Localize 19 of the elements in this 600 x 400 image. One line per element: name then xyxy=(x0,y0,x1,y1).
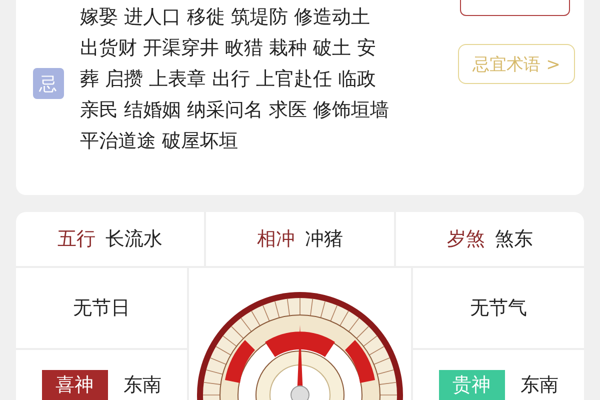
direction-text: 东南 xyxy=(520,373,558,398)
god-badge: 喜神 xyxy=(42,370,108,400)
avoid-text: 平治道途 破屋坏垣 xyxy=(80,129,240,154)
info-label: 五行 xyxy=(58,227,96,252)
avoid-text: 嫁娶 进人口 移徙 筑堤防 修造动土 xyxy=(80,5,372,30)
info-label: 相冲 xyxy=(257,227,295,252)
god-badge: 贵神 xyxy=(438,370,504,400)
avoid-badge: 忌 xyxy=(32,68,64,99)
avoid-text: 葬 启攒 上表章 出行 上官赴任 临政 xyxy=(80,67,378,92)
info-value: 长流水 xyxy=(106,227,162,252)
info-label: 岁煞 xyxy=(447,227,485,252)
info-value: 冲猪 xyxy=(305,227,343,252)
avoid-text: 出货财 开渠穿井 畋猎 栽种 破土 安 xyxy=(80,36,378,61)
terms-button[interactable]: 忌宜术语 > xyxy=(458,44,575,84)
festival-text: 无节日 xyxy=(73,296,130,321)
direction-text: 东南 xyxy=(124,373,162,398)
solar-term-text: 无节气 xyxy=(470,296,527,321)
info-value: 煞东 xyxy=(495,227,533,252)
avoid-text: 亲民 结婚姻 纳采问名 求医 修饰垣墙 xyxy=(80,98,390,123)
